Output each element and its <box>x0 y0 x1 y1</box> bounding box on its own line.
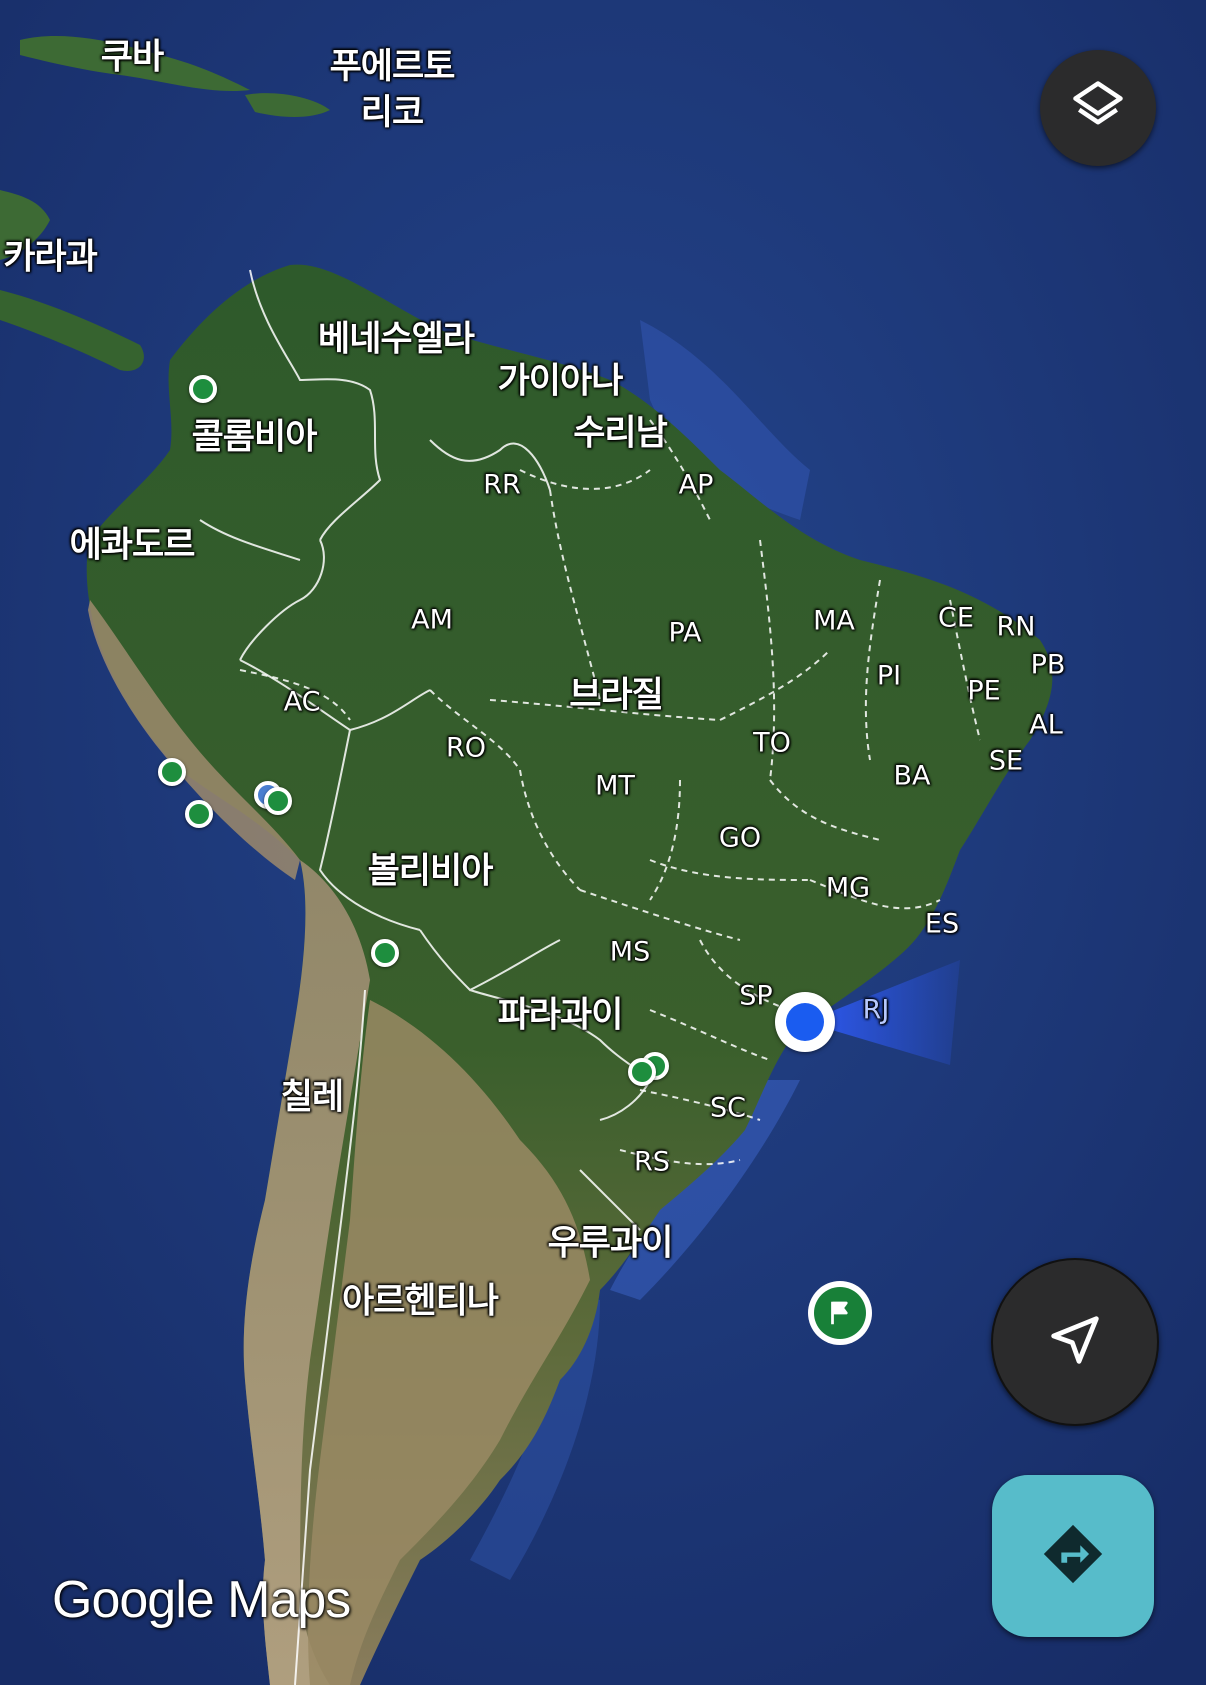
navigation-arrow-icon <box>1043 1308 1107 1376</box>
layers-button[interactable] <box>1040 50 1156 166</box>
state-label-es: ES <box>924 908 960 940</box>
state-label-pa: PA <box>668 617 702 649</box>
state-label-to: TO <box>753 727 791 759</box>
country-label-brazil: 브라질 <box>569 675 664 716</box>
country-label-nicaragua: 카라과 <box>3 237 98 278</box>
current-location-marker <box>775 992 835 1052</box>
country-label-argentina: 아르헨티나 <box>341 1281 499 1322</box>
state-label-pe: PE <box>967 675 1001 707</box>
google-maps-logo: Google Maps <box>52 1571 351 1629</box>
location-dot <box>786 1003 824 1041</box>
saved-place-pin[interactable] <box>158 758 186 786</box>
saved-place-pin[interactable] <box>264 787 292 815</box>
map-imagery <box>0 0 1206 1685</box>
country-label-paraguay: 파라과이 <box>497 995 624 1036</box>
country-label-cuba: 쿠바 <box>100 37 164 78</box>
state-label-sp: SP <box>739 980 773 1012</box>
state-label-rs: RS <box>634 1146 670 1178</box>
state-label-mg: MG <box>825 872 871 904</box>
state-label-pi: PI <box>876 660 902 692</box>
layers-icon <box>1068 76 1128 140</box>
state-label-ba: BA <box>893 760 931 792</box>
saved-place-pin[interactable] <box>628 1058 656 1086</box>
saved-place-pin[interactable] <box>185 800 213 828</box>
flag-marker[interactable] <box>808 1281 872 1345</box>
saved-place-pin[interactable] <box>189 375 217 403</box>
country-label-venezuela: 베네수엘라 <box>317 319 475 360</box>
state-label-ma: MA <box>813 605 855 637</box>
country-label-ecuador: 에콰도르 <box>69 525 196 566</box>
state-label-ac: AC <box>283 686 321 718</box>
country-label-chile: 칠레 <box>280 1077 344 1118</box>
state-label-rj: RJ <box>862 994 890 1026</box>
state-label-ro: RO <box>445 732 487 764</box>
my-location-button[interactable] <box>991 1258 1159 1426</box>
flag-icon <box>814 1287 866 1339</box>
state-label-mt: MT <box>595 770 635 802</box>
state-label-pb: PB <box>1030 649 1066 681</box>
country-label-bolivia: 볼리비아 <box>367 851 494 892</box>
state-label-rr: RR <box>483 469 521 501</box>
state-label-sc: SC <box>710 1092 746 1124</box>
saved-place-pin[interactable] <box>371 939 399 967</box>
state-label-am: AM <box>411 604 453 636</box>
directions-button[interactable] <box>992 1475 1154 1637</box>
satellite-map[interactable]: 쿠바 푸에르토 리코 카라과 베네수엘라 가이아나 수리남 콜롬비아 에콰도르 … <box>0 0 1206 1685</box>
country-label-suriname: 수리남 <box>573 413 668 454</box>
state-label-ce: CE <box>938 602 974 634</box>
directions-icon <box>1038 1519 1108 1593</box>
state-label-ms: MS <box>609 936 651 968</box>
state-label-al: AL <box>1029 709 1063 741</box>
state-label-go: GO <box>718 822 762 854</box>
state-label-ap: AP <box>678 469 714 501</box>
state-label-se: SE <box>988 745 1024 777</box>
country-label-guyana: 가이아나 <box>497 361 624 402</box>
country-label-puerto-rico: 푸에르토 리코 <box>329 47 456 133</box>
state-label-rn: RN <box>996 611 1036 643</box>
country-label-uruguay: 우루과이 <box>547 1223 674 1264</box>
country-label-colombia: 콜롬비아 <box>191 417 318 458</box>
